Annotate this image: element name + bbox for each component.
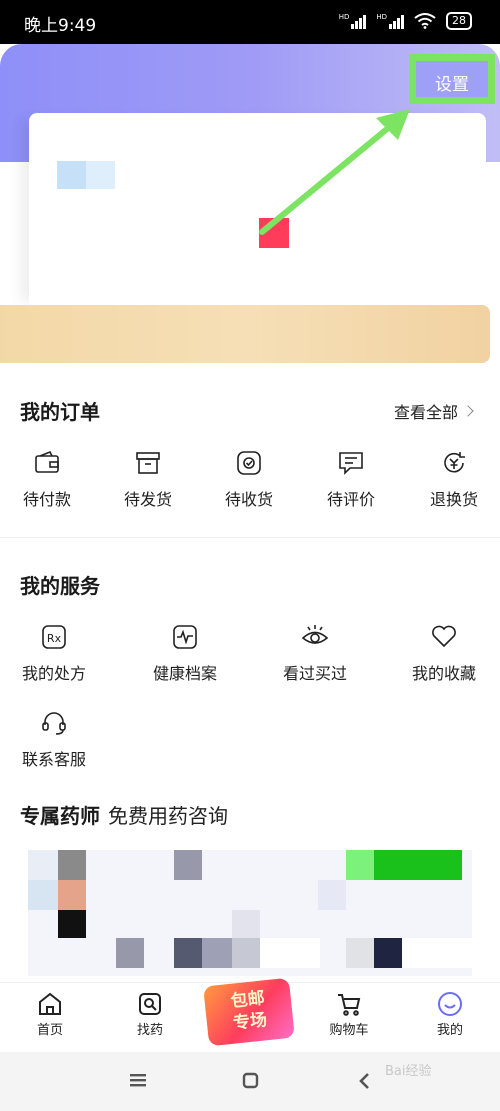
blurred-block [28,850,58,880]
refund-icon [444,452,465,473]
view-all-orders-link[interactable]: 查看全部 [394,399,474,423]
order-label: 待发货 [123,490,172,509]
prescription-icon: Rx [42,625,66,649]
blurred-block [28,880,58,910]
blurred-block [58,910,86,938]
service-browsing-history[interactable]: 看过买过 [270,624,360,684]
menu-icon[interactable] [128,1072,148,1088]
blurred-block [318,880,346,910]
pharmacist-subtitle: 免费用药咨询 [108,804,228,828]
blurred-block [232,938,260,968]
svg-text:Rx: Rx [47,632,62,645]
order-label: 待评价 [326,490,375,509]
tab-label: 首页 [36,1023,63,1038]
tab-find-medicine[interactable]: 找药 [110,983,190,1038]
order-label: 待付款 [22,490,71,509]
blurred-block [174,938,202,968]
tab-mine[interactable]: 我的 [410,983,490,1038]
blurred-block [346,850,374,880]
back-icon[interactable] [357,1072,373,1090]
home-square-icon[interactable] [242,1072,260,1090]
pharmacist-card[interactable] [28,850,472,976]
service-customer-support[interactable]: 联系客服 [9,710,99,770]
blurred-block [202,938,232,968]
service-label: 联系客服 [21,750,86,769]
blurred-block [174,850,202,880]
tab-label: 找药 [136,1023,163,1038]
eye-icon [301,625,329,644]
service-label: 我的收藏 [411,664,476,683]
blurred-block [58,880,86,910]
order-label: 退换货 [429,490,478,509]
comment-icon [339,452,363,475]
profile-smile-icon [438,992,462,1016]
heart-icon [432,625,456,648]
blurred-block [116,938,144,968]
blurred-block [260,938,320,968]
wallet-icon [35,450,59,473]
annotation-arrow-icon [259,109,410,235]
promo-free-shipping-button[interactable]: 包邮 专场 [203,977,295,1047]
service-prescriptions[interactable]: Rx 我的处方 [9,624,99,684]
blurred-block [374,850,462,880]
blurred-block [346,938,374,968]
order-pending-payment[interactable]: 待付款 [2,450,92,510]
blurred-block [402,938,472,968]
pharmacist-title: 专属药师 免费用药咨询 [20,800,228,829]
order-pending-review[interactable]: 待评价 [306,450,396,510]
service-health-records[interactable]: 健康档案 [140,624,230,684]
service-label: 健康档案 [152,664,217,683]
tab-label: 我的 [436,1023,463,1038]
section-divider [0,537,500,538]
order-pending-shipment[interactable]: 待发货 [103,450,193,510]
chevron-right-icon [462,405,474,417]
cart-icon [338,994,361,1016]
find-medicine-icon [139,993,161,1015]
pharmacist-heading: 专属药师 [20,804,100,828]
tab-home[interactable]: 首页 [10,983,90,1038]
services-title: 我的服务 [20,574,100,598]
service-label: 我的处方 [21,664,86,683]
package-check-icon [237,451,261,475]
box-icon [136,452,160,474]
service-favorites[interactable]: 我的收藏 [399,624,489,684]
tab-cart[interactable]: 购物车 [309,983,389,1038]
order-label: 待收货 [224,490,273,509]
home-icon [39,992,61,1015]
service-label: 看过买过 [282,664,347,683]
order-pending-receipt[interactable]: 待收货 [204,450,294,510]
orders-title: 我的订单 [20,400,100,424]
blurred-block [58,850,86,880]
blurred-block [232,910,260,938]
headset-icon [42,712,66,735]
health-record-icon [173,625,197,649]
blurred-block [374,938,402,968]
watermark: Bai经验 [385,1064,432,1079]
tab-label: 购物车 [329,1023,369,1038]
order-returns[interactable]: 退换货 [409,450,499,510]
view-all-label: 查看全部 [394,403,459,422]
